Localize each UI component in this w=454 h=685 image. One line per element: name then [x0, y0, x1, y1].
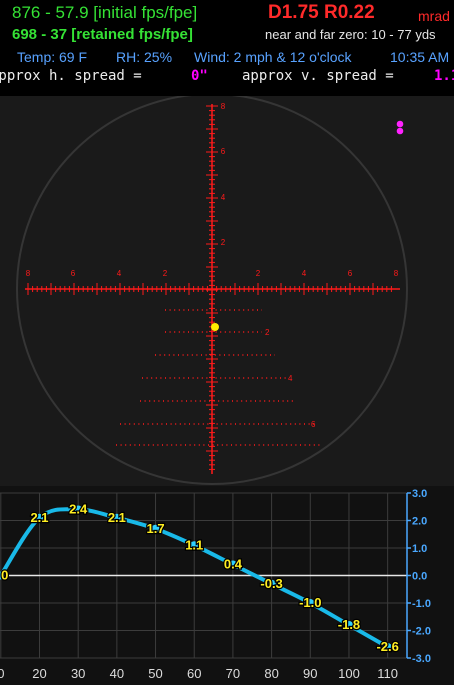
time: 10:35 AM	[390, 49, 450, 65]
y-tick-label: -3.0	[412, 653, 431, 665]
trajectory-chart: 3.0 2.0 1.0 0.0 -1.0 -2.0 -3.0 0 20 30 40 50 60 70 80 9…	[0, 486, 454, 685]
x-tick-label: 70	[226, 666, 240, 681]
reticle-v-label: 4	[221, 193, 226, 202]
reticle-h-label: 6	[348, 269, 353, 278]
point-of-impact	[211, 323, 219, 331]
reticle-h-label: 8	[26, 269, 31, 278]
x-tick-label: 0	[0, 666, 4, 681]
data-label: -0.3	[260, 576, 282, 591]
x-tick-label: 80	[264, 666, 278, 681]
y-tick-label: 3.0	[412, 488, 427, 500]
initial-fps-fpe: 876 - 57.9 [initial fps/fpe]	[12, 3, 198, 22]
wind: Wind: 2 mph & 12 o'clock	[194, 49, 352, 65]
data-label: 1.1	[185, 537, 203, 552]
scope-reticle[interactable]: 8 6 4 2 2 4 6 8 8 6 4 2 2 4 6	[0, 96, 454, 486]
holdover-label: 4	[288, 374, 293, 383]
retained-fps-fpe: 698 - 37 [retained fps/fpe]	[12, 26, 193, 43]
x-tick-label: 30	[71, 666, 85, 681]
v-spread-label: approx v. spread =	[242, 68, 394, 84]
h-spread-label: approx h. spread =	[0, 68, 142, 84]
reticle-v-label: 8	[221, 102, 226, 111]
zero-range: near and far zero: 10 - 77 yds	[265, 27, 436, 42]
data-label: -1.8	[338, 617, 360, 632]
holdover-label: 6	[311, 420, 316, 429]
reticle-h-label: 2	[163, 269, 168, 278]
header-panel: 876 - 57.9 [initial fps/fpe] 698 - 37 [r…	[0, 0, 454, 96]
x-tick-label: 40	[110, 666, 124, 681]
shot-marker	[396, 127, 404, 135]
y-tick-label: -1.0	[412, 598, 431, 610]
reticle-h-label: 6	[71, 269, 76, 278]
reticle-h-label: 4	[117, 269, 122, 278]
reticle-v-label: 6	[221, 147, 226, 156]
y-tick-label: 0.0	[412, 571, 427, 583]
reticle-h-label: 4	[302, 269, 307, 278]
dial-adjustment[interactable]: D1.75 R0.22	[268, 2, 375, 24]
holdover-label: 2	[265, 328, 270, 337]
units-label[interactable]: mrad	[418, 8, 450, 24]
data-label: 1.7	[147, 521, 165, 536]
shot-marker	[396, 120, 404, 128]
x-tick-label: 50	[148, 666, 162, 681]
data-label: 2.1	[108, 510, 126, 525]
x-tick-label: 100	[338, 666, 360, 681]
y-tick-label: 1.0	[412, 543, 427, 555]
reticle-h-label: 8	[394, 269, 399, 278]
h-spread-value: 0"	[191, 68, 208, 84]
y-tick-label: -2.0	[412, 626, 431, 638]
data-label: 0.4	[224, 557, 243, 572]
data-label: 0	[1, 568, 8, 583]
humidity: RH: 25%	[116, 49, 173, 65]
data-label: -2.6	[376, 639, 398, 654]
data-label: -1.0	[299, 595, 321, 610]
x-tick-label: 110	[377, 666, 398, 681]
data-label: 2.1	[30, 510, 48, 525]
x-tick-label: 90	[303, 666, 317, 681]
reticle-h-label: 2	[256, 269, 261, 278]
x-tick-label: 60	[187, 666, 201, 681]
reticle-v-label: 2	[221, 238, 226, 247]
temperature: Temp: 69 F	[17, 49, 88, 65]
data-label: 2.4	[69, 502, 88, 517]
v-spread-value: 1.1	[434, 68, 454, 84]
y-tick-label: 2.0	[412, 516, 427, 528]
x-tick-label: 20	[32, 666, 46, 681]
